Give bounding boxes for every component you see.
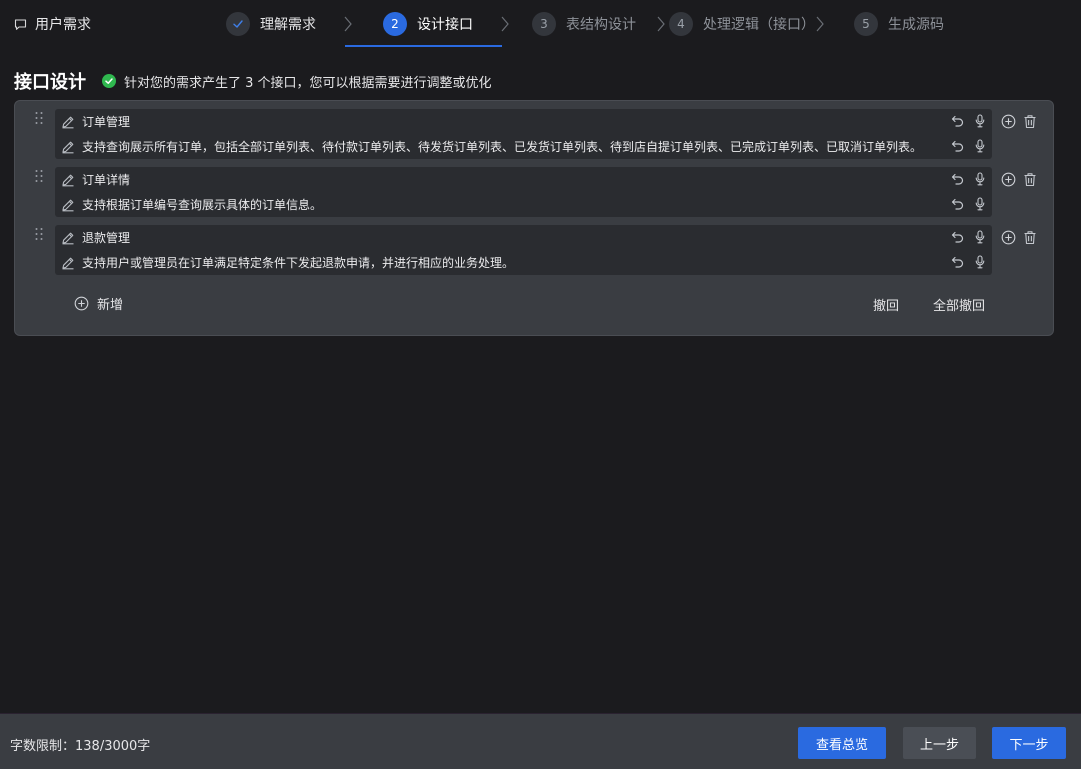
interface-description-row: 支持根据订单编号查询展示具体的订单信息。 [55,192,992,217]
undo-all-button[interactable]: 全部撤回 [933,295,985,314]
pencil-icon[interactable] [61,140,75,154]
step-4-label: 处理逻辑（接口） [703,17,815,33]
interface-name[interactable]: 订单管理 [82,113,130,130]
microphone-icon[interactable] [975,172,985,186]
chevron-right-icon [656,15,666,33]
step-processing-logic[interactable]: 4 处理逻辑（接口） [669,11,815,37]
step-5-label: 生成源码 [888,17,944,33]
plus-circle-icon [74,296,89,311]
footer-bar: 字数限制：138/3000字 查看总览 上一步 下一步 [0,713,1081,769]
step-understand-requirements[interactable]: 理解需求 [226,11,316,37]
comment-icon [14,18,27,31]
notice-text: 针对您的需求产生了 3 个接口，您可以根据需要进行调整或优化 [124,75,492,91]
undo-icon[interactable] [951,140,964,152]
drag-handle-icon[interactable] [34,111,44,125]
next-step-button[interactable]: 下一步 [992,727,1066,759]
pencil-icon[interactable] [61,256,75,270]
generation-notice: 针对您的需求产生了 3 个接口，您可以根据需要进行调整或优化 [102,72,492,91]
undo-icon[interactable] [951,231,964,243]
undo-icon[interactable] [951,115,964,127]
undo-button[interactable]: 撤回 [873,295,899,314]
interface-name-row: 订单详情 [55,167,992,192]
step-1-circle [226,12,250,36]
step-2-label: 设计接口 [417,17,473,33]
interface-name[interactable]: 退款管理 [82,229,130,246]
view-overview-button[interactable]: 查看总览 [798,727,886,759]
microphone-icon[interactable] [975,197,985,211]
trash-icon[interactable] [1023,172,1037,187]
chevron-right-icon [500,15,510,33]
undo-icon[interactable] [951,256,964,268]
trash-icon[interactable] [1023,230,1037,245]
previous-step-button[interactable]: 上一步 [903,727,976,759]
step-4-circle: 4 [669,12,693,36]
interface-description[interactable]: 支持查询展示所有订单，包括全部订单列表、待付款订单列表、待发货订单列表、已发货订… [82,138,922,155]
plus-circle-icon[interactable] [1001,172,1016,187]
interface-description[interactable]: 支持根据订单编号查询展示具体的订单信息。 [82,196,322,213]
interface-item: 退款管理 支持用户或管理员在订单满足特定条件下发起退款申请，并进行相应的业务处理… [55,225,992,275]
interface-description-row: 支持查询展示所有订单，包括全部订单列表、待付款订单列表、待发货订单列表、已发货订… [55,134,992,159]
top-bar: 用户需求 理解需求 2 设计接口 3 表结构设计 4 处理逻辑（接口） 5 生成… [0,0,1081,48]
microphone-icon[interactable] [975,255,985,269]
undo-icon[interactable] [951,198,964,210]
add-interface-label: 新增 [97,297,124,313]
requirements-link[interactable]: 用户需求 [14,14,91,34]
active-step-underline [345,45,502,47]
interface-name-row: 退款管理 [55,225,992,250]
interface-item: 订单详情 支持根据订单编号查询展示具体的订单信息。 [55,167,992,217]
microphone-icon[interactable] [975,139,985,153]
microphone-icon[interactable] [975,114,985,128]
pencil-icon[interactable] [61,173,75,187]
interface-description[interactable]: 支持用户或管理员在订单满足特定条件下发起退款申请，并进行相应的业务处理。 [82,254,514,271]
plus-circle-icon[interactable] [1001,230,1016,245]
drag-handle-icon[interactable] [34,169,44,183]
char-limit-counter: 字数限制：138/3000字 [10,739,151,754]
drag-handle-icon[interactable] [34,227,44,241]
plus-circle-icon[interactable] [1001,114,1016,129]
step-table-design[interactable]: 3 表结构设计 [532,11,636,37]
interface-item: 订单管理 支持查询展示所有订单，包括全部订单列表、待付款订单列表、待发货订单列表… [55,109,992,159]
pencil-icon[interactable] [61,231,75,245]
step-2-circle: 2 [383,12,407,36]
step-5-circle: 5 [854,12,878,36]
requirements-label: 用户需求 [35,17,91,33]
chevron-right-icon [343,15,353,33]
interface-name[interactable]: 订单详情 [82,171,130,188]
interface-name-row: 订单管理 [55,109,992,134]
trash-icon[interactable] [1023,114,1037,129]
page-title: 接口设计 [14,72,86,93]
pencil-icon[interactable] [61,115,75,129]
step-3-circle: 3 [532,12,556,36]
undo-icon[interactable] [951,173,964,185]
add-interface-button[interactable]: 新增 [74,294,124,313]
interface-panel: 订单管理 支持查询展示所有订单，包括全部订单列表、待付款订单列表、待发货订单列表… [14,100,1054,336]
chevron-right-icon [815,15,825,33]
step-3-label: 表结构设计 [566,17,636,33]
step-design-interface[interactable]: 2 设计接口 [383,11,473,37]
step-generate-source[interactable]: 5 生成源码 [854,11,944,37]
interface-description-row: 支持用户或管理员在订单满足特定条件下发起退款申请，并进行相应的业务处理。 [55,250,992,275]
pencil-icon[interactable] [61,198,75,212]
microphone-icon[interactable] [975,230,985,244]
check-icon [232,18,244,30]
success-check-icon [102,74,116,88]
step-1-label: 理解需求 [260,17,316,33]
